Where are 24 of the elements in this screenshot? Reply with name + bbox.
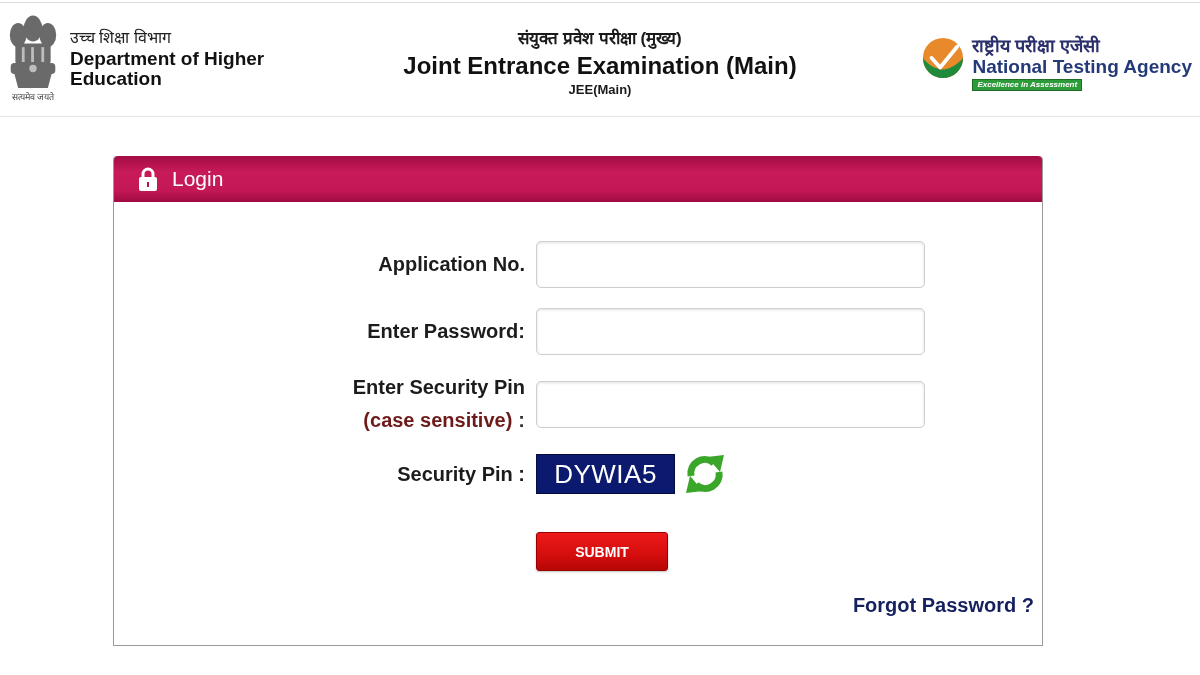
input-field[interactable] <box>536 241 925 288</box>
agency-tagline: Excellence in Assessment <box>972 79 1083 91</box>
forgot-password-link[interactable]: Forgot Password ? <box>852 593 1034 617</box>
label-colon: : <box>518 408 525 433</box>
field-label: Enter Password: <box>367 319 525 344</box>
exam-subtitle: JEE(Main) <box>568 81 632 99</box>
exam-title: Joint Entrance Examination (Main) <box>403 51 797 81</box>
input-field[interactable] <box>536 380 925 428</box>
input-field[interactable] <box>536 308 925 355</box>
field-note: (case sensitive) <box>363 408 513 433</box>
exam-hindi-title: संयुक्त प्रवेश परीक्षा (मुख्य) <box>518 27 682 51</box>
captcha-code: DYWIA5 <box>536 454 675 494</box>
panel-title: Login <box>172 166 224 192</box>
agency-title: National Testing Agency <box>972 57 1192 77</box>
motto-text: सत्यमेव जयते <box>11 91 55 103</box>
submit-button[interactable]: SUBMIT <box>536 532 668 571</box>
field-label: Application No. <box>378 252 525 277</box>
captcha-label: Security Pin : <box>397 461 525 487</box>
field-label: Enter Security Pin <box>352 375 525 400</box>
lock-icon <box>138 167 158 191</box>
department-title: Department of Higher Education <box>70 49 266 89</box>
department-hindi-title: उच्च शिक्षा विभाग <box>70 27 173 48</box>
tick-circle-icon <box>922 37 965 79</box>
agency-hindi-title: राष्ट्रीय परीक्षा एजेंसी <box>972 35 1101 57</box>
